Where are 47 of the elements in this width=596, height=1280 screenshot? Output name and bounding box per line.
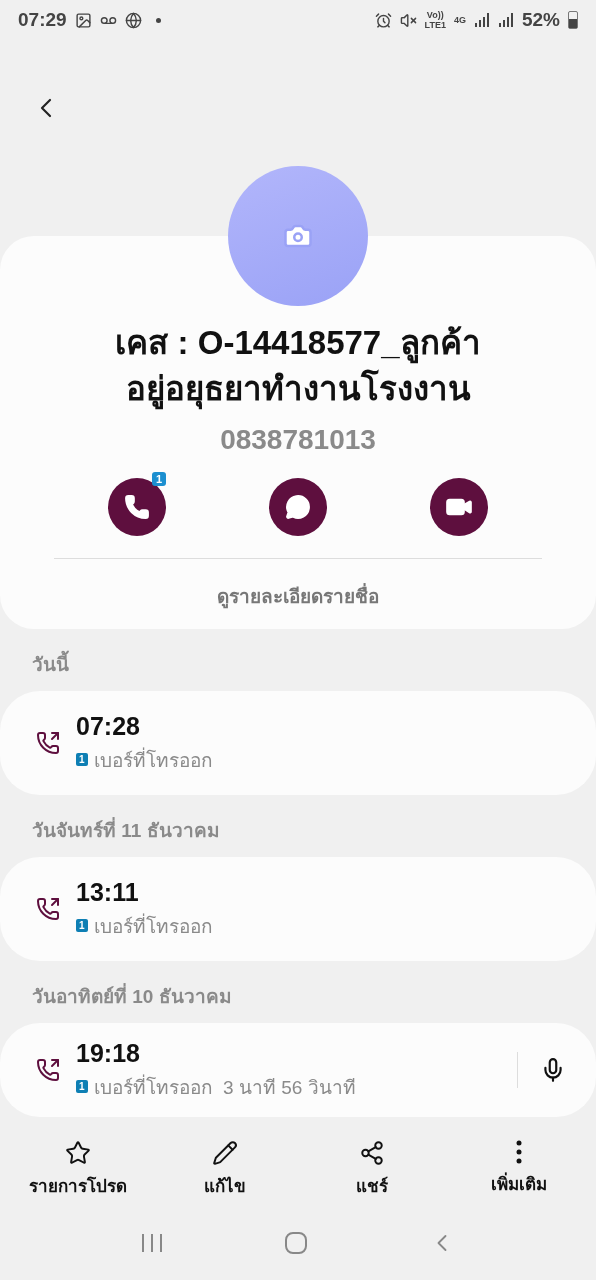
call-log-item[interactable]: 19:18 1 เบอร์ที่โทรออก 3 นาที 56 วินาที: [0, 1023, 596, 1117]
image-icon: [74, 11, 92, 29]
signal-icon: [473, 12, 490, 28]
toolbar-button[interactable]: แก้ไข: [159, 1139, 290, 1200]
date-heading: วันนี้: [0, 629, 596, 691]
call-count-badge: 1: [151, 472, 166, 486]
notification-dot: [155, 17, 161, 23]
sim-badge: 1: [76, 753, 88, 766]
video-call-button[interactable]: [430, 478, 488, 536]
call-log-item[interactable]: 13:11 1 เบอร์ที่โทรออก: [0, 857, 596, 961]
toolbar-button[interactable]: รายการโปรด: [12, 1139, 143, 1200]
call-description: เบอร์ที่โทรออก: [93, 746, 213, 773]
call-time: 13:11: [76, 877, 140, 907]
phone-number: 0838781013: [220, 424, 376, 456]
network-type-label: 4G: [453, 15, 466, 25]
date-heading: วันจันทร์ที่ 11 ธันวาคม: [0, 795, 596, 857]
battery-percent: 52%: [521, 9, 560, 31]
call-time: 07:28: [76, 711, 141, 741]
signal-icon: [497, 12, 514, 28]
call-log-item[interactable]: 07:28 1 เบอร์ที่โทรออก: [0, 691, 596, 795]
message-icon: [285, 494, 311, 520]
alarm-icon: [374, 11, 392, 29]
outgoing-call-icon: [36, 731, 60, 755]
call-description: เบอร์ที่โทรออก 3 นาที 56 วินาที: [93, 1073, 356, 1100]
sim-badge: 1: [76, 919, 88, 932]
outgoing-call-icon: [36, 1058, 60, 1082]
call-description: เบอร์ที่โทรออก: [93, 912, 213, 939]
share-icon: [358, 1140, 385, 1166]
clock-time: 07:29: [18, 9, 67, 31]
toolbar-button[interactable]: แชร์: [306, 1139, 437, 1200]
pencil-icon: [211, 1140, 238, 1166]
message-button[interactable]: [269, 478, 327, 536]
phone-icon: [124, 494, 150, 520]
more-icon: [515, 1140, 522, 1164]
volte-label: Vo)): [426, 10, 444, 20]
lte-label: LTE1: [424, 20, 446, 30]
battery-icon: [568, 11, 578, 29]
mute-icon: [399, 11, 417, 29]
sim-badge: 1: [76, 1080, 88, 1093]
star-icon: [64, 1140, 91, 1166]
call-time: 19:18: [76, 1038, 141, 1068]
contact-name: เคส : O-14418577_ลูกค้าอยู่อยุธยาทำงานโรงงาน: [98, 320, 498, 412]
view-details-link[interactable]: ดูรายละเอียดรายชื่อ: [217, 581, 379, 611]
date-heading: วันอาทิตย์ที่ 10 ธันวาคม: [0, 961, 596, 1023]
globe-icon: [124, 11, 142, 29]
outgoing-call-icon: [36, 897, 60, 921]
toolbar-button[interactable]: เพิ่มเติม: [453, 1139, 584, 1200]
